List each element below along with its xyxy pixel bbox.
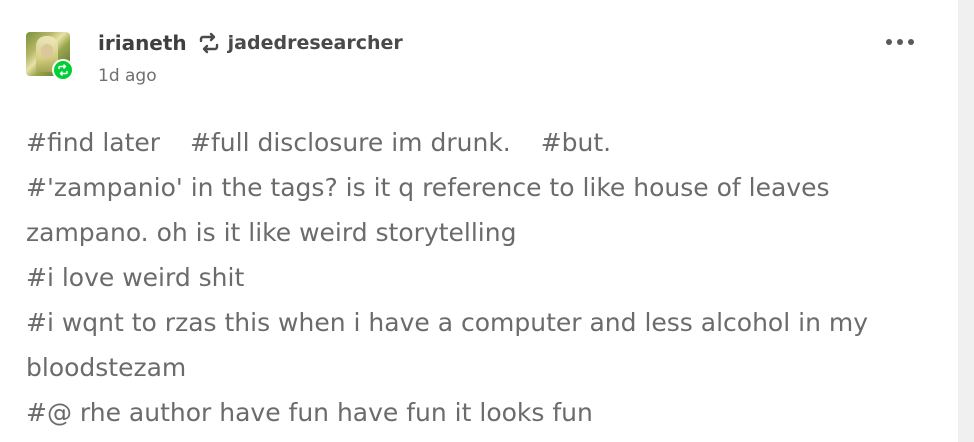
post-card: irianeth jadedresearcher 1d ago #find la… — [0, 0, 974, 442]
author-name[interactable]: irianeth — [98, 31, 187, 55]
scrollbar[interactable] — [958, 0, 974, 442]
tag-link[interactable]: #@ rhe author have fun have fun it looks… — [26, 390, 946, 435]
post-tags: #find later #full disclosure im drunk. #… — [26, 120, 946, 435]
tag-link[interactable]: #i wqnt to rzas this when i have a compu… — [26, 300, 946, 390]
reblogged-from-name[interactable]: jadedresearcher — [228, 32, 403, 54]
reblog-badge-icon — [52, 59, 74, 81]
tag-link[interactable]: #full disclosure im drunk. — [190, 128, 511, 157]
tag-link[interactable]: #but. — [541, 128, 611, 157]
reblog-icon — [197, 31, 221, 55]
tag-link[interactable]: #i love weird shit — [26, 255, 946, 300]
more-icon-dot — [886, 39, 892, 45]
post-timestamp[interactable]: 1d ago — [98, 66, 157, 86]
reblog-badge-glyph — [58, 64, 68, 76]
tag-link[interactable]: #find later — [26, 128, 160, 157]
more-icon-dot — [897, 39, 903, 45]
tag-link[interactable]: #'zampanio' in the tags? is it q referen… — [26, 165, 946, 255]
tag-row: #find later #full disclosure im drunk. #… — [26, 120, 946, 165]
more-options-button[interactable] — [880, 30, 920, 54]
post-header: irianeth jadedresearcher — [98, 28, 403, 58]
avatar-face — [41, 44, 53, 58]
more-icon-dot — [908, 39, 914, 45]
